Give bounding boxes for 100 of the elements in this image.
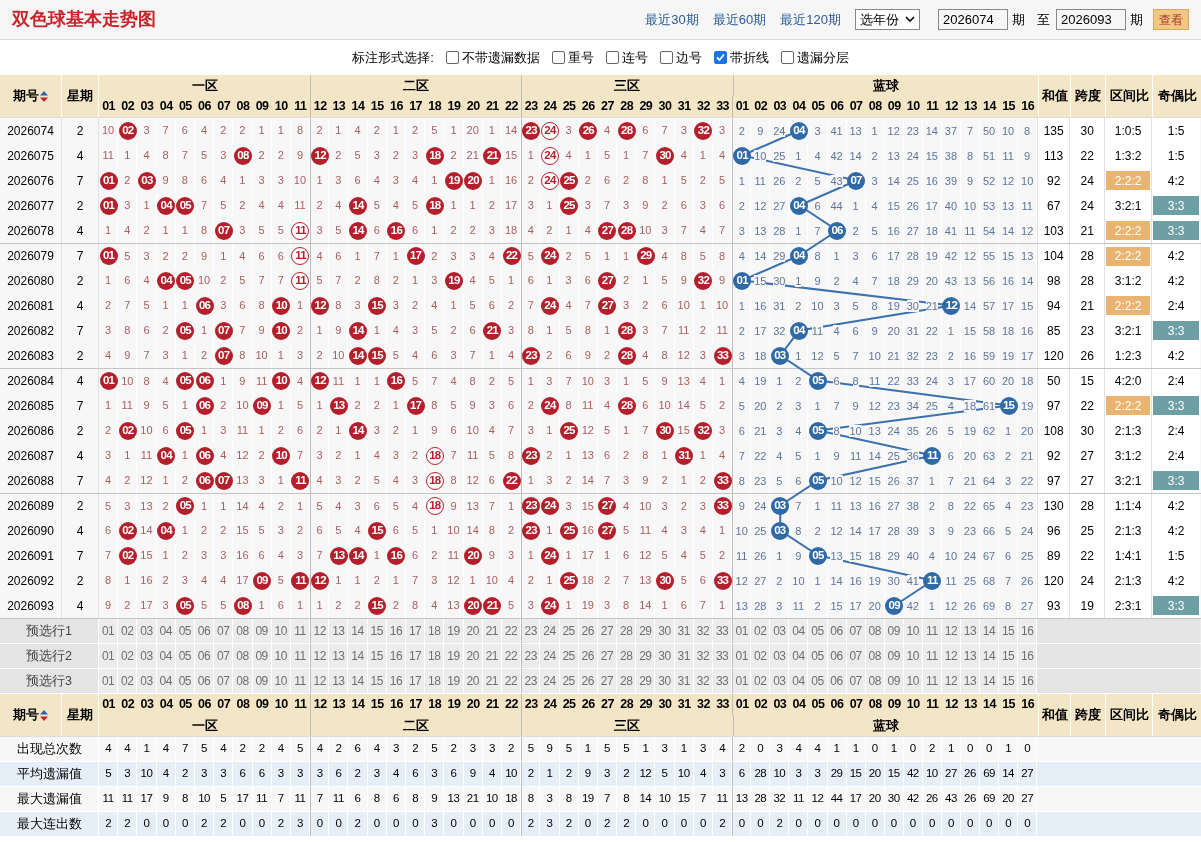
recent-link[interactable]: 最近30期 (645, 9, 699, 30)
preselect-number[interactable]: 29 (636, 644, 656, 668)
preselect-number[interactable]: 20 (463, 644, 483, 668)
preselect-number[interactable]: 01 (99, 669, 119, 693)
preselect-number[interactable]: 02 (118, 669, 138, 693)
preselect-number[interactable]: 23 (521, 644, 541, 668)
preselect-number[interactable]: 08 (233, 619, 253, 643)
preselect-number[interactable]: 19 (444, 644, 464, 668)
preselect-number[interactable]: 04 (789, 619, 809, 643)
preselect-number[interactable]: 25 (559, 619, 579, 643)
preselect-number[interactable]: 14 (348, 669, 368, 693)
preselect-number[interactable]: 02 (751, 619, 771, 643)
preselect-number[interactable]: 17 (406, 619, 426, 643)
preselect-number[interactable]: 19 (444, 669, 464, 693)
sort-icon[interactable] (40, 709, 48, 721)
preselect-number[interactable]: 14 (980, 669, 1000, 693)
preselect-number[interactable]: 14 (980, 619, 1000, 643)
preselect-number[interactable]: 20 (463, 669, 483, 693)
preselect-number[interactable]: 03 (137, 619, 157, 643)
preselect-number[interactable]: 13 (960, 669, 980, 693)
preselect-number[interactable]: 29 (636, 669, 656, 693)
preselect-number[interactable]: 21 (482, 619, 502, 643)
preselect-number[interactable]: 10 (903, 644, 923, 668)
preselect-number[interactable]: 11 (922, 644, 942, 668)
preselect-number[interactable]: 27 (597, 669, 618, 693)
preselect-number[interactable]: 25 (559, 669, 579, 693)
preselect-number[interactable]: 14 (348, 644, 368, 668)
preselect-number[interactable]: 22 (501, 644, 522, 668)
preselect-number[interactable]: 06 (827, 669, 847, 693)
preselect-number[interactable]: 14 (980, 644, 1000, 668)
preselect-number[interactable]: 13 (960, 619, 980, 643)
preselect-number[interactable]: 07 (214, 644, 234, 668)
preselect-number[interactable]: 15 (367, 669, 387, 693)
preselect-number[interactable]: 26 (578, 619, 598, 643)
preselect-number[interactable]: 30 (655, 669, 675, 693)
preselect-number[interactable]: 02 (118, 619, 138, 643)
option-label[interactable]: 重号 (567, 47, 594, 68)
preselect-number[interactable]: 01 (732, 619, 752, 643)
preselect-number[interactable]: 11 (290, 669, 311, 693)
preselect-number[interactable]: 05 (175, 669, 195, 693)
preselect-number[interactable]: 17 (406, 644, 426, 668)
preselect-number[interactable]: 07 (846, 669, 866, 693)
preselect-number[interactable]: 24 (540, 669, 560, 693)
checkbox[interactable] (713, 51, 727, 64)
preselect-number[interactable]: 09 (252, 644, 272, 668)
preselect-number[interactable]: 08 (865, 644, 885, 668)
preselect-number[interactable]: 18 (425, 644, 445, 668)
preselect-number[interactable]: 04 (789, 669, 809, 693)
preselect-number[interactable]: 14 (348, 619, 368, 643)
preselect-number[interactable]: 06 (827, 644, 847, 668)
preselect-number[interactable]: 02 (751, 669, 771, 693)
preselect-number[interactable]: 06 (194, 644, 215, 668)
preselect-number[interactable]: 03 (770, 619, 790, 643)
preselect-number[interactable]: 04 (156, 644, 176, 668)
preselect-number[interactable]: 09 (252, 669, 272, 693)
preselect-number[interactable]: 03 (137, 669, 157, 693)
preselect-number[interactable]: 12 (941, 669, 961, 693)
recent-link[interactable]: 最近60期 (712, 9, 767, 30)
preselect-number[interactable]: 16 (386, 644, 406, 668)
end-period-field[interactable]: 2026093 (1056, 9, 1126, 30)
preselect-number[interactable]: 15 (367, 619, 387, 643)
preselect-number[interactable]: 10 (271, 669, 291, 693)
preselect-number[interactable]: 33 (713, 644, 733, 668)
preselect-number[interactable]: 28 (617, 619, 637, 643)
checkbox[interactable] (445, 51, 459, 64)
view-button[interactable]: 查看 (1153, 9, 1189, 30)
preselect-number[interactable]: 32 (693, 669, 713, 693)
preselect-number[interactable]: 02 (751, 644, 771, 668)
preselect-number[interactable]: 10 (271, 619, 291, 643)
preselect-number[interactable]: 28 (617, 669, 637, 693)
preselect-number[interactable]: 18 (425, 619, 445, 643)
preselect-number[interactable]: 12 (941, 619, 961, 643)
preselect-number[interactable]: 12 (310, 619, 330, 643)
preselect-number[interactable]: 03 (137, 644, 157, 668)
preselect-number[interactable]: 12 (941, 644, 961, 668)
option-label[interactable]: 连号 (621, 47, 648, 68)
preselect-number[interactable]: 10 (271, 644, 291, 668)
preselect-number[interactable]: 04 (789, 644, 809, 668)
preselect-number[interactable]: 16 (386, 669, 406, 693)
preselect-number[interactable]: 06 (827, 619, 847, 643)
preselect-number[interactable]: 09 (884, 619, 904, 643)
preselect-number[interactable]: 11 (922, 669, 942, 693)
preselect-number[interactable]: 23 (521, 619, 541, 643)
checkbox[interactable] (551, 51, 565, 64)
preselect-number[interactable]: 24 (540, 644, 560, 668)
preselect-number[interactable]: 13 (329, 669, 349, 693)
preselect-number[interactable]: 05 (175, 644, 195, 668)
preselect-number[interactable]: 30 (655, 619, 675, 643)
preselect-number[interactable]: 26 (578, 644, 598, 668)
preselect-number[interactable]: 01 (99, 644, 119, 668)
recent-link[interactable]: 最近120期 (780, 9, 841, 30)
preselect-number[interactable]: 30 (655, 644, 675, 668)
preselect-number[interactable]: 12 (310, 644, 330, 668)
period-header[interactable]: 期号 (13, 705, 39, 725)
preselect-number[interactable]: 18 (425, 669, 445, 693)
preselect-number[interactable]: 27 (597, 619, 618, 643)
preselect-number[interactable]: 07 (214, 669, 234, 693)
sort-icon[interactable] (40, 90, 48, 102)
start-period-field[interactable]: 2026074 (938, 9, 1008, 30)
preselect-number[interactable]: 15 (999, 669, 1019, 693)
